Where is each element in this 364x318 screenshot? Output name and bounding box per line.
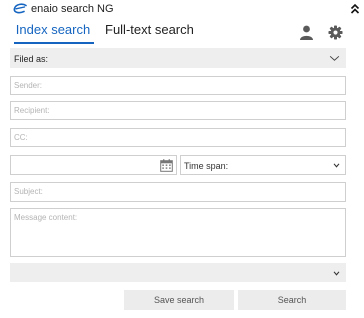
save-search-button[interactable]: Save search (124, 290, 234, 310)
search-button[interactable]: Search (238, 290, 346, 310)
tab-full-text-search[interactable]: Full-text search (105, 22, 194, 37)
gear-icon[interactable] (328, 25, 343, 40)
enaio-logo-icon (13, 3, 27, 14)
active-tab-indicator (14, 42, 94, 44)
calendar-icon[interactable] (160, 159, 173, 172)
recipient-field[interactable]: Recipient: (10, 101, 346, 120)
chevron-down-icon (333, 163, 340, 168)
cc-field[interactable]: CC: (10, 128, 346, 147)
tab-index-search[interactable]: Index search (10, 22, 96, 37)
cc-placeholder: CC: (14, 133, 28, 142)
user-icon[interactable] (299, 25, 314, 40)
date-field[interactable] (10, 155, 177, 175)
time-span-label: Time span: (184, 161, 229, 171)
time-span-dropdown[interactable]: Time span: (180, 155, 346, 175)
message-content-placeholder: Message content: (14, 213, 78, 222)
app-title: enaio search NG (31, 3, 114, 15)
title-bar: enaio search NG (0, 0, 364, 20)
filed-as-label: Filed as: (14, 54, 49, 64)
chevron-down-icon (329, 55, 340, 61)
recipient-placeholder: Recipient: (14, 106, 50, 115)
extra-dropdown[interactable] (10, 263, 346, 282)
double-chevron-up-icon[interactable] (350, 2, 360, 16)
chevron-down-icon (333, 271, 340, 276)
message-content-field[interactable]: Message content: (10, 208, 346, 257)
sender-placeholder: Sender: (14, 81, 43, 90)
sender-field[interactable]: Sender: (10, 76, 346, 95)
filed-as-dropdown[interactable]: Filed as: (10, 48, 346, 68)
subject-field[interactable]: Subject: (10, 182, 346, 202)
subject-placeholder: Subject: (14, 187, 43, 196)
